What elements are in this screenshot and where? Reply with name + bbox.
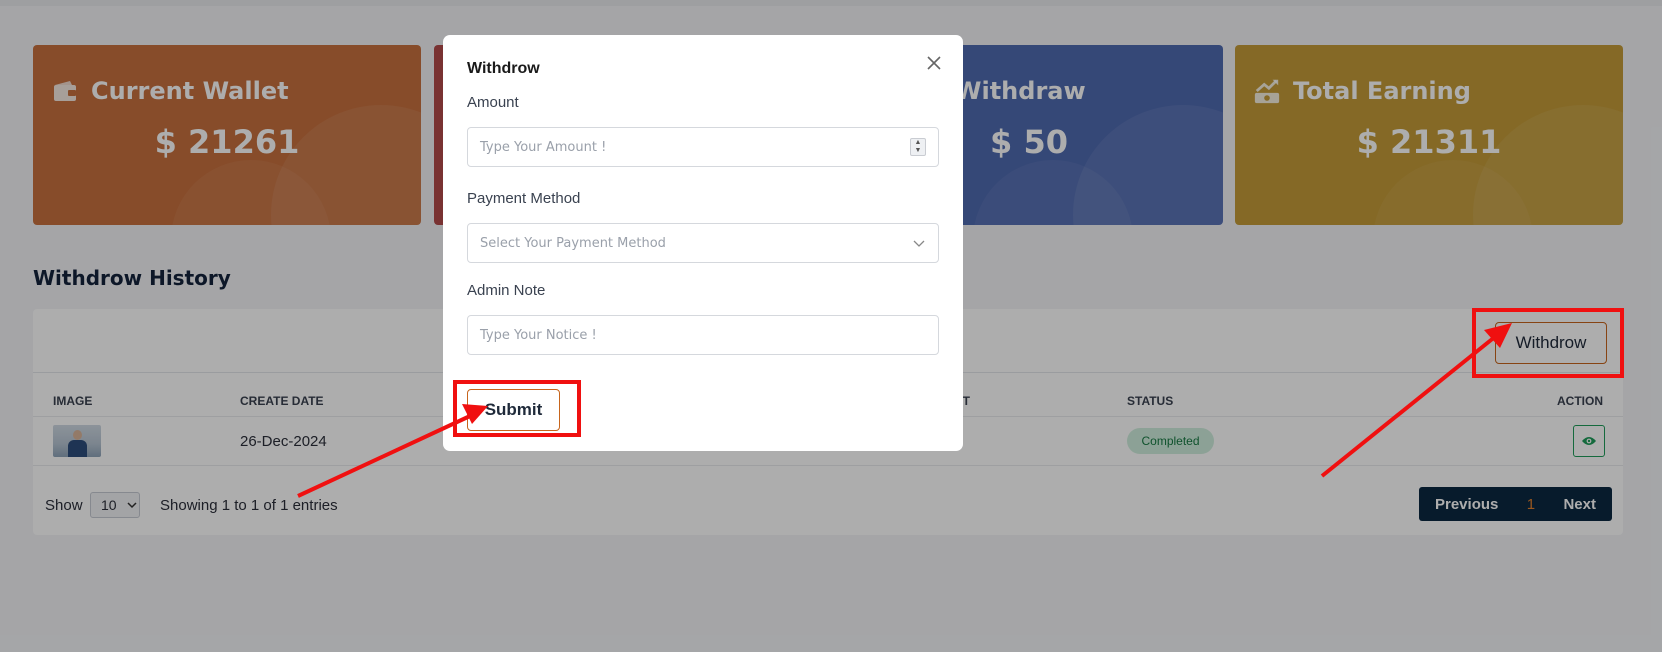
amount-placeholder: Type Your Amount ! (480, 140, 607, 155)
payment-method-placeholder: Select Your Payment Method (480, 236, 666, 251)
admin-note-placeholder: Type Your Notice ! (480, 328, 597, 343)
annotation-box-withdraw (1472, 308, 1624, 378)
payment-method-select[interactable]: Select Your Payment Method (467, 223, 939, 263)
chevron-down-icon (913, 240, 925, 247)
close-icon[interactable] (925, 54, 943, 72)
amount-label: Amount (467, 94, 519, 111)
admin-note-label: Admin Note (467, 282, 546, 299)
annotation-box-submit (453, 380, 581, 437)
number-spinner-icon[interactable]: ▲ ▼ (910, 138, 926, 156)
modal-title: Withdrow (467, 60, 540, 77)
admin-note-input[interactable]: Type Your Notice ! (467, 315, 939, 355)
amount-input[interactable]: Type Your Amount ! ▲ ▼ (467, 127, 939, 167)
payment-method-label: Payment Method (467, 190, 581, 207)
